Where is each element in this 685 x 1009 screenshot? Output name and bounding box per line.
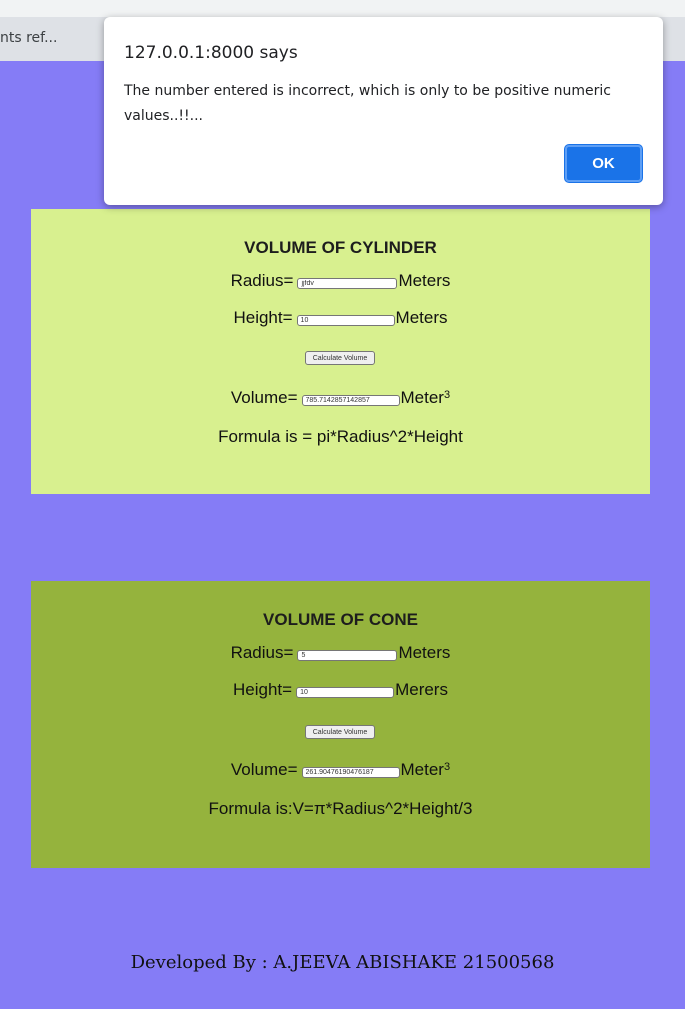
cone-volume-label: Volume= bbox=[230, 760, 298, 779]
cylinder-radius-row: Radius= Meters bbox=[31, 270, 650, 292]
alert-title: 127.0.0.1:8000 says bbox=[124, 43, 298, 63]
cylinder-height-unit: Meters bbox=[395, 308, 448, 327]
cylinder-volume-exponent: 3 bbox=[443, 389, 451, 401]
browser-top-bar bbox=[0, 0, 685, 17]
cone-radius-row: Radius= Meters bbox=[31, 642, 650, 664]
cylinder-height-label: Height= bbox=[233, 308, 293, 327]
cylinder-volume-output[interactable] bbox=[301, 394, 400, 406]
cone-height-unit: Merers bbox=[395, 680, 448, 699]
cylinder-height-input[interactable] bbox=[296, 314, 395, 326]
cylinder-volume-label: Volume= bbox=[230, 388, 298, 407]
cylinder-volume-unit: Meter bbox=[400, 388, 444, 407]
cone-height-row: Height= Merers bbox=[31, 679, 650, 701]
cylinder-panel: VOLUME OF CYLINDER Radius= Meters Height… bbox=[31, 209, 650, 494]
cone-radius-input[interactable] bbox=[297, 649, 398, 661]
cylinder-volume-row: Volume= Meter3 bbox=[31, 387, 650, 409]
cone-height-label: Height= bbox=[233, 680, 293, 699]
cylinder-radius-label: Radius= bbox=[230, 271, 294, 290]
cylinder-heading: VOLUME OF CYLINDER bbox=[244, 238, 437, 257]
cone-calculate-button[interactable]: Calculate Volume bbox=[305, 725, 375, 739]
cone-volume-output[interactable] bbox=[301, 766, 400, 778]
cone-heading: VOLUME OF CONE bbox=[263, 610, 418, 629]
cone-radius-label: Radius= bbox=[230, 643, 294, 662]
cone-volume-unit: Meter bbox=[400, 760, 444, 779]
alert-dialog: 127.0.0.1:8000 says The number entered i… bbox=[104, 17, 663, 205]
cylinder-calculate-button[interactable]: Calculate Volume bbox=[305, 351, 375, 365]
cone-panel: VOLUME OF CONE Radius= Meters Height= Me… bbox=[31, 581, 650, 868]
footer-credit: Developed By : A.JEEVA ABISHAKE 21500568 bbox=[130, 952, 555, 973]
ok-button[interactable]: OK bbox=[565, 145, 642, 182]
cylinder-formula: Formula is = pi*Radius^2*Height bbox=[218, 427, 463, 446]
cone-volume-exponent: 3 bbox=[443, 761, 451, 773]
alert-message: The number entered is incorrect, which i… bbox=[124, 83, 611, 124]
cylinder-radius-unit: Meters bbox=[398, 271, 451, 290]
cone-volume-row: Volume= Meter3 bbox=[31, 759, 650, 781]
cylinder-height-row: Height= Meters bbox=[31, 307, 650, 329]
bookmark-item[interactable]: nts ref... bbox=[0, 30, 57, 46]
cone-height-input[interactable] bbox=[296, 686, 395, 698]
cylinder-radius-input[interactable] bbox=[297, 277, 398, 289]
cone-radius-unit: Meters bbox=[398, 643, 451, 662]
cone-formula: Formula is:V=π*Radius^2*Height/3 bbox=[208, 799, 473, 818]
